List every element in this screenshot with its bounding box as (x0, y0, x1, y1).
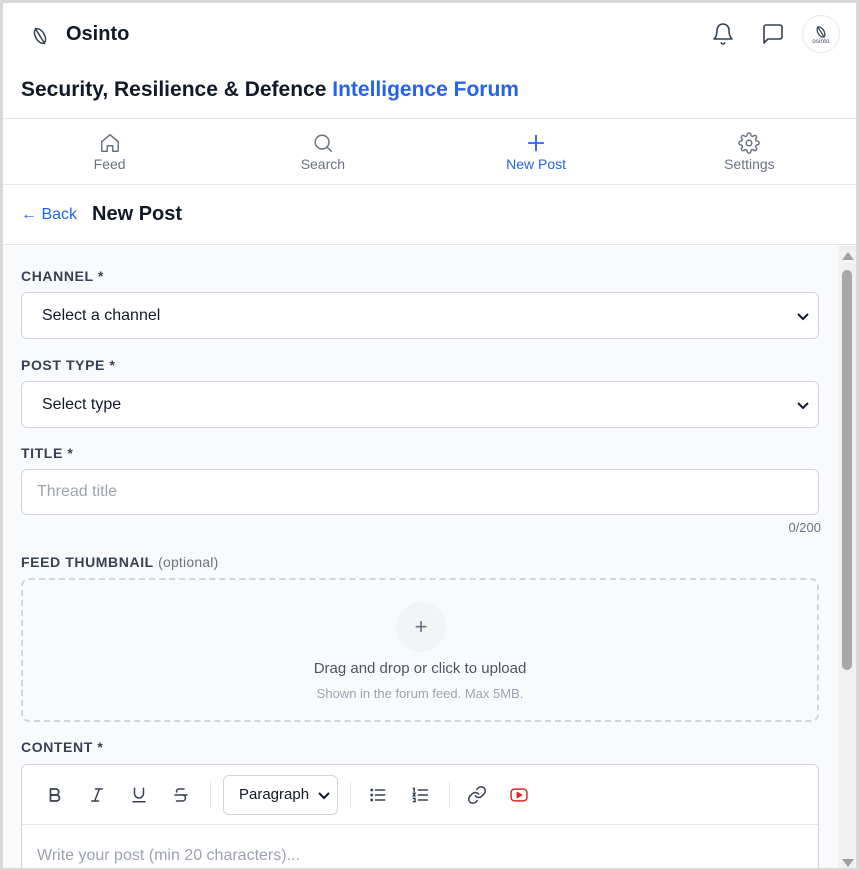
search-icon (314, 133, 332, 152)
nav-item-label: Settings (724, 155, 775, 172)
back-link[interactable]: ← Back (21, 206, 77, 224)
channel-select-value: Select a channel (42, 306, 161, 324)
scrollbar-thumb[interactable] (842, 270, 852, 670)
nav-item-feed[interactable]: Feed (3, 119, 216, 184)
content-label: CONTENT * (21, 739, 104, 755)
editor-content-area[interactable]: Write your post (min 20 characters)... (37, 847, 300, 865)
toolbar-divider (350, 781, 352, 808)
home-icon (100, 133, 119, 152)
avatar-label: osinto (812, 39, 830, 45)
upload-plus-icon: + (396, 602, 446, 652)
nav-item-settings[interactable]: Settings (643, 119, 856, 184)
nav-item-label: Search (300, 155, 346, 172)
bell-icon[interactable] (708, 19, 738, 49)
top-actions: osinto (688, 15, 840, 53)
post-type-select-value: Select type (42, 395, 122, 413)
rich-text-editor: Paragraph Write your post (min 20 charac… (21, 764, 819, 868)
plus-icon (527, 134, 545, 151)
editor-toolbar: Paragraph (22, 765, 818, 825)
toolbar-divider (210, 781, 211, 808)
chevron-down-icon (797, 312, 809, 320)
forum-title-main: Security, Resilience & Defence (21, 78, 327, 101)
nav-item-label: Feed (93, 155, 126, 172)
italic-icon[interactable] (82, 780, 112, 810)
toolbar-divider (449, 781, 451, 808)
title-input[interactable]: Thread title (21, 469, 819, 515)
top-bar: Osinto osinto (3, 3, 856, 69)
thumbnail-dropzone[interactable]: + Drag and drop or click to upload Shown… (21, 578, 819, 722)
page-header: ← Back New Post (3, 185, 856, 245)
strikethrough-icon[interactable] (166, 780, 196, 810)
page-title: New Post (92, 203, 183, 225)
scroll-up-arrow-icon[interactable] (842, 252, 854, 260)
forum-title-accent: Intelligence Forum (332, 78, 519, 101)
thumbnail-label-text: FEED THUMBNAIL (21, 554, 154, 570)
bullet-list-icon[interactable] (363, 780, 393, 810)
paragraph-style-select[interactable]: Paragraph (223, 774, 339, 815)
title-char-counter: 0/200 (788, 520, 821, 535)
gear-icon (738, 131, 761, 154)
chevron-down-icon (797, 401, 809, 409)
nav-item-label: New Post (506, 155, 567, 172)
messages-icon[interactable] (758, 19, 788, 49)
paragraph-style-value: Paragraph (239, 786, 310, 803)
post-type-label: POST TYPE * (21, 357, 116, 373)
dropzone-hint-text: Shown in the forum feed. Max 5MB. (316, 686, 524, 701)
nav-item-new-post[interactable]: New Post (430, 119, 643, 184)
scroll-down-arrow-icon[interactable] (842, 859, 854, 867)
app-window: Osinto osinto Security, Resilience & Def… (0, 0, 859, 870)
channel-select[interactable]: Select a channel (21, 292, 819, 339)
dropzone-main-text: Drag and drop or click to upload (313, 660, 527, 677)
forum-title: Security, Resilience & Defence Intellige… (21, 78, 519, 102)
link-icon[interactable] (462, 780, 492, 810)
scrollbar[interactable] (838, 246, 856, 868)
bold-icon[interactable] (40, 780, 70, 810)
app-name[interactable]: Osinto (66, 23, 129, 46)
youtube-icon[interactable] (504, 780, 534, 810)
channel-label: CHANNEL * (21, 268, 104, 284)
thumbnail-label: FEED THUMBNAIL (optional) (21, 554, 218, 570)
underline-icon[interactable] (124, 780, 154, 810)
main-nav: Feed Search New Post Settings (3, 118, 856, 185)
thumbnail-optional: (optional) (158, 554, 219, 570)
post-type-select[interactable]: Select type (21, 381, 819, 428)
title-label: TITLE * (21, 445, 74, 461)
numbered-list-icon[interactable] (405, 780, 435, 810)
osinto-logo-icon[interactable] (27, 23, 53, 49)
nav-item-search[interactable]: Search (216, 119, 429, 184)
new-post-form: CHANNEL * Select a channel POST TYPE * S… (3, 246, 838, 868)
avatar[interactable]: osinto (802, 15, 840, 53)
chevron-down-icon (318, 791, 330, 799)
